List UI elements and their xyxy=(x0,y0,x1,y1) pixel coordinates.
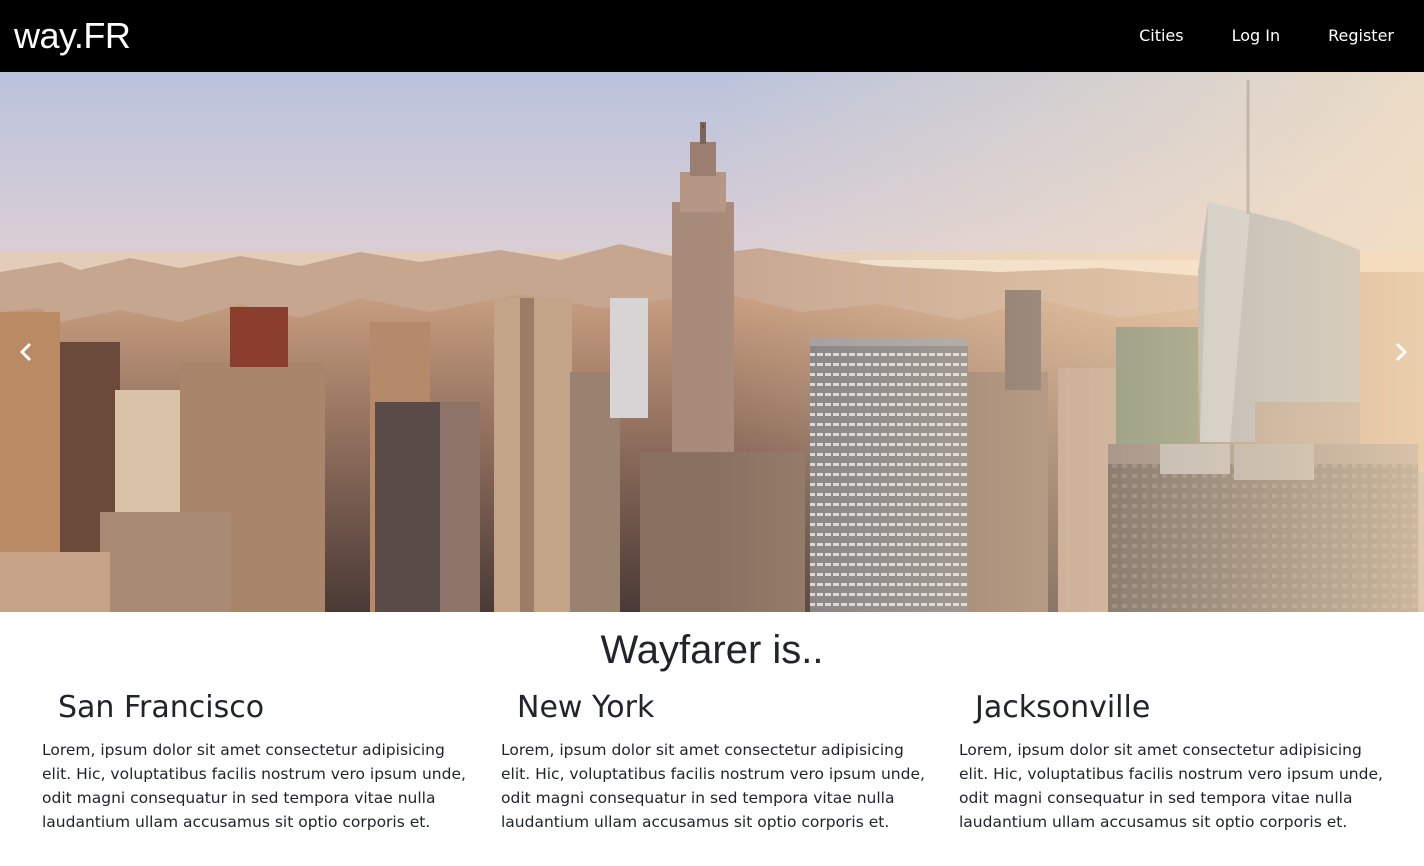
carousel-next-button[interactable] xyxy=(1381,322,1421,382)
city-skyline-image xyxy=(0,72,1424,612)
city-card-san-francisco: San Francisco Lorem, ipsum dolor sit ame… xyxy=(42,684,472,834)
city-name: San Francisco xyxy=(58,690,265,725)
nav-link-login[interactable]: Log In xyxy=(1208,0,1305,72)
city-description: Lorem, ipsum dolor sit amet consectetur … xyxy=(959,741,1383,831)
city-description: Lorem, ipsum dolor sit amet consectetur … xyxy=(501,741,925,831)
city-name: New York xyxy=(517,690,655,725)
carousel-prev-button[interactable] xyxy=(6,322,46,382)
chevron-right-icon xyxy=(1393,342,1409,362)
page-title: Wayfarer is.. xyxy=(600,628,824,672)
city-card-jacksonville: Jacksonville Lorem, ipsum dolor sit amet… xyxy=(959,684,1389,834)
nav-link-register[interactable]: Register xyxy=(1304,0,1424,72)
hero-carousel xyxy=(0,72,1424,612)
top-navbar: way.FR Cities Log In Register xyxy=(0,0,1424,72)
brand-logo[interactable]: way.FR xyxy=(14,14,131,58)
city-card-new-york: New York Lorem, ipsum dolor sit amet con… xyxy=(501,684,931,834)
main-content: Wayfarer is.. San Francisco Lorem, ipsum… xyxy=(0,612,1424,866)
chevron-left-icon xyxy=(18,342,34,362)
nav-links: Cities Log In Register xyxy=(1115,0,1424,72)
city-description: Lorem, ipsum dolor sit amet consectetur … xyxy=(42,741,466,831)
city-name: Jacksonville xyxy=(975,690,1151,725)
nav-link-cities[interactable]: Cities xyxy=(1115,0,1208,72)
